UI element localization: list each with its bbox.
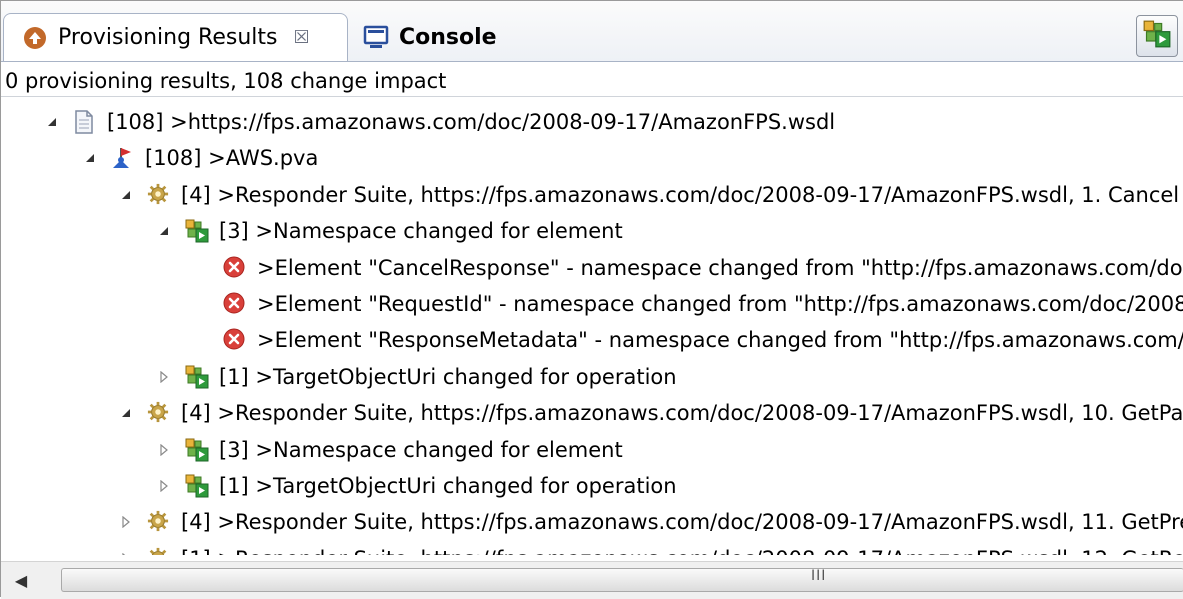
status-summary: 0 provisioning results, 108 change impac… <box>1 65 1183 97</box>
tree-item[interactable]: >Element "ResponseMetadata" - namespace … <box>223 321 1183 359</box>
project-flag-icon <box>111 146 135 170</box>
close-tab-icon[interactable]: ☒ <box>293 27 309 48</box>
tree-item[interactable]: [1] >TargetObjectUri changed for operati… <box>155 467 677 505</box>
tree-item[interactable]: >Element "RequestId" - namespace changed… <box>223 285 1183 323</box>
results-tree[interactable]: [108] >https://fps.amazonaws.com/doc/200… <box>1 103 1183 555</box>
tree-item[interactable]: >Element "CancelResponse" - namespace ch… <box>223 249 1183 287</box>
tree-item-label: >Element "CancelResponse" - namespace ch… <box>257 256 1183 280</box>
error-icon <box>223 256 247 280</box>
wsdl-file-icon <box>73 110 97 134</box>
tree-item[interactable]: [4] >Responder Suite, https://fps.amazon… <box>117 176 1179 214</box>
tab-console-label: Console <box>399 24 497 50</box>
tree-item[interactable]: [3] >Namespace changed for element <box>155 431 623 469</box>
error-icon <box>223 328 247 352</box>
tree-item-label: [3] >Namespace changed for element <box>219 219 623 243</box>
tree-item-label: [1] >Responder Suite, https://fps.amazon… <box>181 547 1183 555</box>
tree-item-label: [4] >Responder Suite, https://fps.amazon… <box>181 510 1183 534</box>
tree-item[interactable]: [108] >AWS.pva <box>81 139 318 177</box>
view-tab-bar: Provisioning Results ☒ Console <box>1 1 1183 62</box>
gear-icon <box>147 401 171 425</box>
collapse-arrow-icon[interactable] <box>81 149 99 167</box>
expand-arrow-icon[interactable] <box>155 477 173 495</box>
gear-icon <box>147 510 171 534</box>
change-impact-icon <box>185 365 209 389</box>
tree-item[interactable]: [1] >Responder Suite, https://fps.amazon… <box>117 540 1183 555</box>
collapse-arrow-icon[interactable] <box>43 113 61 131</box>
provisioning-results-view: Provisioning Results ☒ Console 0 provisi… <box>0 0 1183 599</box>
change-impact-icon <box>185 219 209 243</box>
expand-arrow-icon[interactable] <box>155 441 173 459</box>
expand-arrow-icon[interactable] <box>155 368 173 386</box>
change-impact-toggle-button[interactable] <box>1136 15 1178 57</box>
error-icon <box>223 292 247 316</box>
tree-item[interactable]: [3] >Namespace changed for element <box>155 212 623 250</box>
tree-item-label: [4] >Responder Suite, https://fps.amazon… <box>181 183 1180 207</box>
collapse-arrow-icon[interactable] <box>117 186 135 204</box>
change-impact-icon <box>185 474 209 498</box>
tree-item-label: [1] >TargetObjectUri changed for operati… <box>219 474 677 498</box>
scrollbar-grip: III <box>811 568 827 584</box>
tree-item-label: >Element "RequestId" - namespace changed… <box>257 292 1183 316</box>
tree-item[interactable]: [108] >https://fps.amazonaws.com/doc/200… <box>43 103 835 141</box>
provisioning-results-icon <box>22 25 48 51</box>
tree-item-label: >Element "ResponseMetadata" - namespace … <box>257 328 1183 352</box>
change-impact-icon <box>185 438 209 462</box>
collapse-arrow-icon[interactable] <box>155 222 173 240</box>
expand-arrow-icon[interactable] <box>117 513 135 531</box>
scroll-left-icon[interactable]: ◀ <box>3 564 39 596</box>
collapse-arrow-icon[interactable] <box>117 404 135 422</box>
tree-item[interactable]: [1] >TargetObjectUri changed for operati… <box>155 358 677 396</box>
tree-item[interactable]: [4] >Responder Suite, https://fps.amazon… <box>117 503 1183 541</box>
scrollbar-thumb[interactable] <box>61 568 1183 592</box>
tab-console[interactable]: Console <box>357 13 497 61</box>
gear-icon <box>147 183 171 207</box>
horizontal-scrollbar[interactable]: ◀ III <box>1 561 1183 599</box>
tree-item-label: [3] >Namespace changed for element <box>219 438 623 462</box>
tree-item-label: [4] >Responder Suite, https://fps.amazon… <box>181 401 1183 425</box>
expand-arrow-icon[interactable] <box>117 550 135 555</box>
console-icon <box>363 24 389 50</box>
change-impact-icon <box>1143 20 1171 52</box>
tab-provisioning-results-label: Provisioning Results <box>58 25 278 50</box>
tree-item[interactable]: [4] >Responder Suite, https://fps.amazon… <box>117 394 1183 432</box>
tree-item-label: [108] >AWS.pva <box>145 146 319 170</box>
tree-item-label: [108] >https://fps.amazonaws.com/doc/200… <box>107 110 836 134</box>
tab-provisioning-results[interactable]: Provisioning Results ☒ <box>3 13 348 61</box>
tree-item-label: [1] >TargetObjectUri changed for operati… <box>219 365 677 389</box>
gear-icon <box>147 547 171 555</box>
